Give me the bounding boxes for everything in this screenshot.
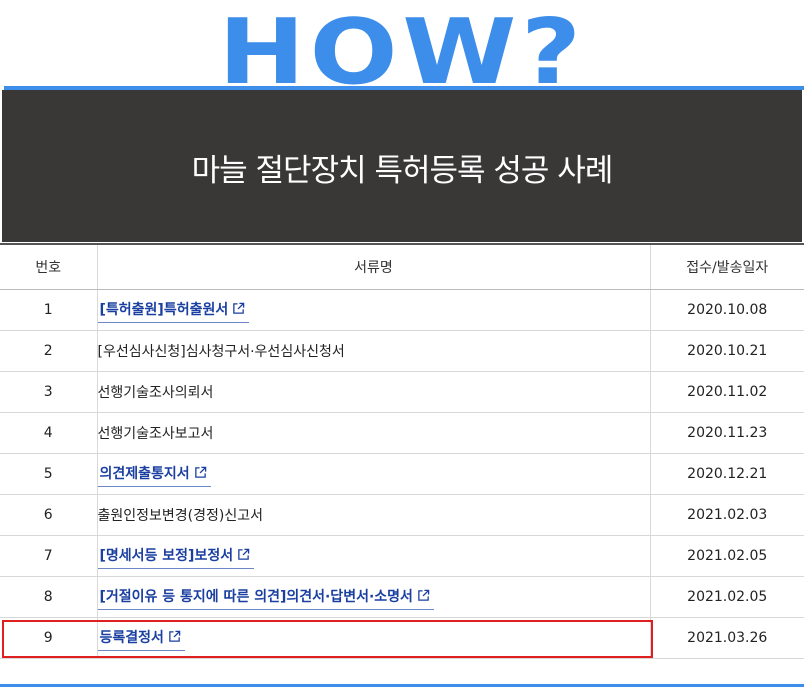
document-link[interactable]: [거절이유 등 통지에 따른 의견]의견서·답변서·소명서 [97, 584, 434, 610]
external-link-icon [233, 302, 245, 314]
page: HOW? 마늘 절단장치 특허등록 성공 사례 번호 서류명 접수/발송일자 1… [0, 0, 804, 688]
row-number: 6 [0, 494, 97, 536]
title-banner: 마늘 절단장치 특허등록 성공 사례 [2, 90, 802, 242]
header-document-name: 서류명 [96, 243, 650, 290]
table-row: 6 출원인정보변경(경정)신고서 2021.02.03 [0, 494, 804, 536]
document-link[interactable]: [특허출원]특허출원서 [97, 297, 250, 323]
row-number: 5 [0, 453, 97, 495]
document-link-label: [명세서등 보정]보정서 [99, 548, 234, 564]
row-number: 1 [0, 289, 97, 331]
how-heading: HOW? [218, 8, 586, 88]
document-name: 출원인정보변경(경정)신고서 [97, 508, 263, 524]
banner-title: 마늘 절단장치 특허등록 성공 사례 [191, 152, 614, 189]
document-link[interactable]: 의견제출통지서 [97, 461, 211, 487]
row-number: 4 [0, 412, 97, 454]
row-document-cell: [명세서등 보정]보정서 [96, 535, 650, 577]
table-row: 1 [특허출원]특허출원서 2020.10.08 [0, 289, 804, 331]
row-document-cell: 선행기술조사보고서 [96, 412, 650, 454]
row-date: 2021.02.05 [649, 535, 804, 577]
header-number: 번호 [0, 243, 97, 290]
row-document-cell: 등록결정서 [96, 617, 650, 659]
header-date: 접수/발송일자 [649, 243, 804, 290]
row-date: 2020.10.08 [649, 289, 804, 331]
document-link[interactable]: [명세서등 보정]보정서 [97, 543, 255, 569]
external-link-icon [418, 589, 430, 601]
external-link-icon [238, 548, 250, 560]
table-row: 7 [명세서등 보정]보정서 2021.02.05 [0, 535, 804, 577]
row-number: 7 [0, 535, 97, 577]
row-date: 2021.02.03 [649, 494, 804, 536]
external-link-icon [194, 466, 206, 478]
table-row: 3 선행기술조사의뢰서 2020.11.02 [0, 371, 804, 413]
row-number: 9 [0, 617, 97, 659]
external-link-icon [169, 630, 181, 642]
document-link-label: 의견제출통지서 [99, 466, 190, 482]
row-document-cell: [특허출원]특허출원서 [96, 289, 650, 331]
row-document-cell: 의견제출통지서 [96, 453, 650, 495]
row-document-cell: 선행기술조사의뢰서 [96, 371, 650, 413]
table-row: 9 등록결정서 2021.03.26 [0, 617, 804, 659]
row-date: 2021.03.26 [649, 617, 804, 659]
row-date: 2020.11.02 [649, 371, 804, 413]
row-number: 2 [0, 330, 97, 372]
row-document-cell: [우선심사신청]심사청구서·우선심사신청서 [96, 330, 650, 372]
row-date: 2021.02.05 [649, 576, 804, 618]
row-date: 2020.11.23 [649, 412, 804, 454]
row-date: 2020.12.21 [649, 453, 804, 495]
document-name: [우선심사신청]심사청구서·우선심사신청서 [97, 344, 345, 360]
document-link-label: [특허출원]특허출원서 [99, 302, 229, 318]
row-number: 8 [0, 576, 97, 618]
document-name: 선행기술조사의뢰서 [97, 385, 214, 401]
row-document-cell: 출원인정보변경(경정)신고서 [96, 494, 650, 536]
document-link-label: 등록결정서 [99, 630, 164, 646]
table-row: 4 선행기술조사보고서 2020.11.23 [0, 412, 804, 454]
table-row: 5 의견제출통지서 2020.12.21 [0, 453, 804, 495]
document-link-label: [거절이유 등 통지에 따른 의견]의견서·답변서·소명서 [99, 589, 413, 605]
document-link[interactable]: 등록결정서 [97, 625, 185, 651]
row-date: 2020.10.21 [649, 330, 804, 372]
row-number: 3 [0, 371, 97, 413]
table-row: 2 [우선심사신청]심사청구서·우선심사신청서 2020.10.21 [0, 330, 804, 372]
table-header-row: 번호 서류명 접수/발송일자 [0, 243, 804, 290]
row-document-cell: [거절이유 등 통지에 따른 의견]의견서·답변서·소명서 [96, 576, 650, 618]
document-name: 선행기술조사보고서 [97, 426, 214, 442]
bottom-divider [0, 684, 804, 687]
documents-table: 번호 서류명 접수/발송일자 1 [특허출원]특허출원서 2020.10.08 2 [우… [0, 243, 804, 659]
table-row: 8 [거절이유 등 통지에 따른 의견]의견서·답변서·소명서 2021.02.05 [0, 576, 804, 618]
